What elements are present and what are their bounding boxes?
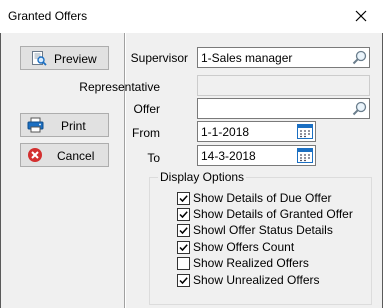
- checkbox-box[interactable]: [177, 274, 190, 287]
- to-date-value: 14-3-2018: [201, 149, 256, 163]
- print-button[interactable]: Print: [20, 113, 109, 137]
- representative-field: [197, 75, 370, 96]
- cancel-label: Cancel: [57, 149, 95, 163]
- from-date-value: 1-1-2018: [201, 125, 250, 139]
- from-calendar-button[interactable]: [296, 123, 315, 140]
- checkmark-icon: [179, 277, 188, 285]
- checkbox-label: Show Offers Count: [193, 240, 295, 254]
- offer-search-button[interactable]: [350, 100, 369, 117]
- checkbox-label: Show Unrealized Offers: [193, 273, 320, 287]
- checkbox-box[interactable]: [177, 192, 190, 205]
- display-options-title: Display Options: [158, 170, 247, 184]
- calendar-icon: [297, 124, 313, 139]
- checkbox-box[interactable]: [177, 208, 190, 221]
- vertical-separator: [124, 33, 125, 308]
- from-label: From: [132, 126, 160, 140]
- dialog-client: Preview Print Cancel Supervisor 1-Sales …: [1, 33, 382, 308]
- checkbox-label: Show Details of Due Offer: [193, 191, 332, 205]
- supervisor-value: 1-Sales manager: [201, 51, 293, 65]
- preview-button[interactable]: Preview: [20, 46, 109, 70]
- print-label: Print: [61, 119, 86, 133]
- window-title: Granted Offers: [8, 9, 88, 23]
- title-bar: Granted Offers: [0, 0, 383, 33]
- offer-field[interactable]: [197, 98, 370, 119]
- to-label: To: [147, 151, 160, 165]
- printer-icon: [27, 117, 44, 133]
- preview-icon: [32, 51, 47, 66]
- checkbox-box[interactable]: [177, 241, 190, 254]
- checkmark-icon: [179, 211, 188, 219]
- checkmark-icon: [179, 227, 188, 235]
- checkbox-label: Showl Offer Status Details: [193, 223, 333, 237]
- preview-label: Preview: [54, 52, 97, 66]
- offer-label: Offer: [133, 102, 160, 116]
- checkbox-label: Show Details of Granted Offer: [193, 207, 353, 221]
- search-icon: [352, 101, 367, 116]
- checkmark-icon: [179, 244, 188, 252]
- from-date-field[interactable]: 1-1-2018: [197, 121, 316, 142]
- cancel-button[interactable]: Cancel: [20, 143, 109, 167]
- checkmark-icon: [179, 195, 188, 203]
- search-icon: [352, 50, 367, 65]
- supervisor-search-button[interactable]: [350, 49, 369, 66]
- supervisor-label: Supervisor: [130, 51, 188, 65]
- to-date-field[interactable]: 14-3-2018: [197, 145, 316, 166]
- representative-label: Representative: [79, 80, 160, 94]
- checkbox-box[interactable]: [177, 224, 190, 237]
- calendar-icon: [297, 148, 313, 163]
- checkbox-box[interactable]: [177, 257, 190, 270]
- close-icon: [355, 10, 367, 22]
- supervisor-field[interactable]: 1-Sales manager: [197, 47, 370, 68]
- to-calendar-button[interactable]: [296, 147, 315, 164]
- cancel-icon: [28, 148, 42, 162]
- close-button[interactable]: [350, 5, 372, 27]
- checkbox-label: Show Realized Offers: [193, 256, 309, 270]
